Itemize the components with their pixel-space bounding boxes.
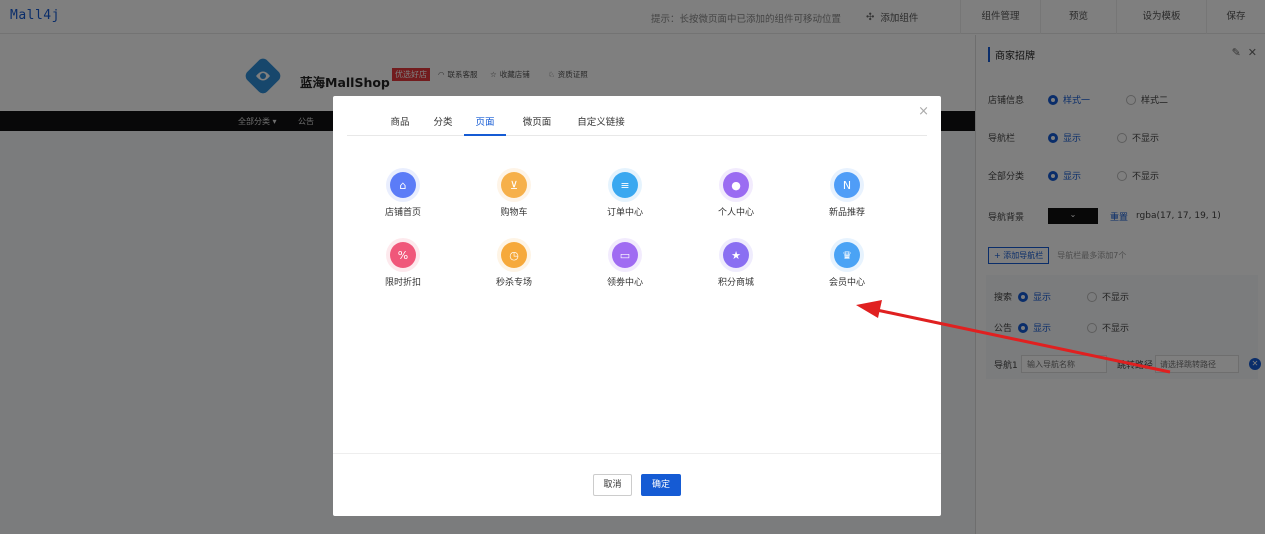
confirm-button[interactable]: 确定 <box>641 474 681 496</box>
page-item-label: 限时折扣 <box>384 278 421 288</box>
page-item[interactable]: ★ 积分商城 <box>696 242 776 288</box>
page-item[interactable]: ⌂ 店铺首页 <box>363 172 443 218</box>
new-icon: N <box>834 172 860 198</box>
tab-page[interactable]: 页面 <box>464 114 506 136</box>
user-icon: ● <box>723 172 749 198</box>
discount-icon: % <box>390 242 416 268</box>
page-item-label: 店铺首页 <box>384 208 421 218</box>
page-item[interactable]: ≡ 订单中心 <box>585 172 665 218</box>
page-item-label: 会员中心 <box>828 278 865 288</box>
page-item[interactable]: ● 个人中心 <box>696 172 776 218</box>
page-item[interactable]: N 新品推荐 <box>807 172 887 218</box>
tab-micro-page[interactable]: 微页面 <box>521 114 553 136</box>
link-select-dialog: × 商品 分类 页面 微页面 自定义链接 ⌂ 店铺首页 ⊻ 购物车 ≡ 订单中心 ● 个人中心… <box>333 96 941 516</box>
page-item[interactable]: ⊻ 购物车 <box>474 172 554 218</box>
seckill-icon: ◷ <box>501 242 527 268</box>
coupon-icon: ▭ <box>612 242 638 268</box>
page-item-label: 秒杀专场 <box>495 278 532 288</box>
page-item[interactable]: ◷ 秒杀专场 <box>474 242 554 288</box>
dialog-tabs: 商品 分类 页面 微页面 自定义链接 <box>347 114 927 136</box>
points-icon: ★ <box>723 242 749 268</box>
tab-goods[interactable]: 商品 <box>387 114 413 136</box>
page-item[interactable]: ♛ 会员中心 <box>807 242 887 288</box>
page-item-label: 领劵中心 <box>606 278 643 288</box>
cancel-button[interactable]: 取消 <box>593 474 632 496</box>
page-item-label: 个人中心 <box>717 208 754 218</box>
tab-category[interactable]: 分类 <box>431 114 455 136</box>
page-item-label: 新品推荐 <box>828 208 865 218</box>
cart-icon: ⊻ <box>501 172 527 198</box>
page-item[interactable]: % 限时折扣 <box>363 242 443 288</box>
page-item-label: 购物车 <box>500 208 528 218</box>
dialog-footer: 取消 确定 <box>333 453 941 516</box>
tab-custom-link[interactable]: 自定义链接 <box>576 114 626 136</box>
order-icon: ≡ <box>612 172 638 198</box>
page-item[interactable]: ▭ 领劵中心 <box>585 242 665 288</box>
vip-icon: ♛ <box>834 242 860 268</box>
home-icon: ⌂ <box>390 172 416 198</box>
page-item-label: 积分商城 <box>717 278 754 288</box>
page-item-label: 订单中心 <box>606 208 643 218</box>
